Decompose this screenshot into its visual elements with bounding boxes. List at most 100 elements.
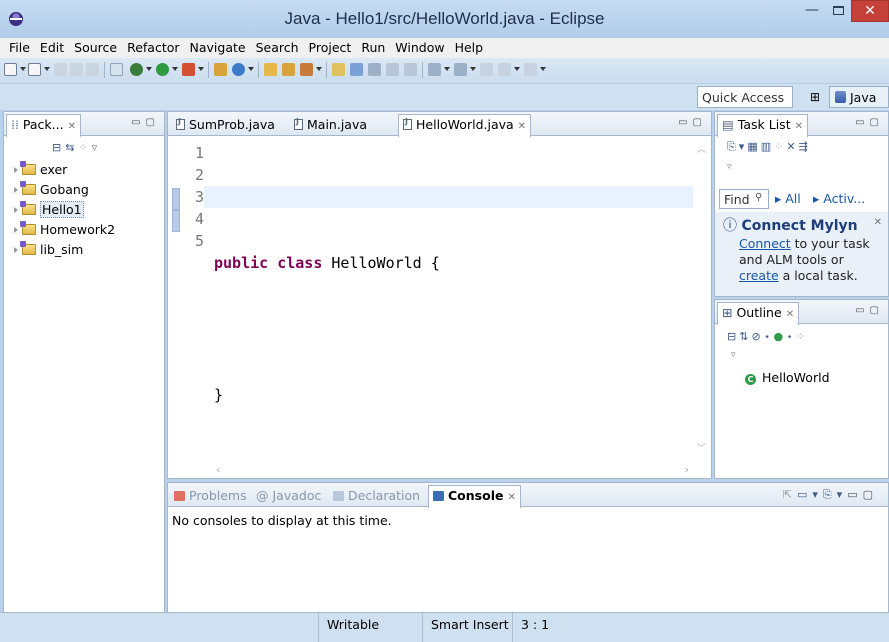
- collapse-icon[interactable]: ⇶: [799, 140, 811, 153]
- skip-breakpoints-icon[interactable]: [110, 63, 123, 76]
- search-icon[interactable]: ⚲: [755, 192, 762, 203]
- scroll-down-icon[interactable]: ﹀: [697, 441, 706, 454]
- view-menu-icon[interactable]: ▿: [92, 141, 102, 154]
- minimize-maximize-icon[interactable]: ▭▢: [847, 488, 878, 501]
- java-perspective-button[interactable]: Java: [829, 86, 889, 108]
- tab-console[interactable]: Console ✕: [428, 485, 521, 508]
- forward-icon[interactable]: [524, 63, 537, 76]
- tab-javadoc[interactable]: @ Javadoc: [252, 486, 325, 507]
- connect-link[interactable]: Connect: [739, 236, 791, 251]
- toggle-mark-occurrences-icon[interactable]: [332, 63, 345, 76]
- print-icon[interactable]: [86, 63, 99, 76]
- menu-source[interactable]: Source: [69, 38, 122, 58]
- search-icon[interactable]: [300, 63, 313, 76]
- next-annotation-icon[interactable]: [428, 63, 441, 76]
- tree-item[interactable]: Gobang: [14, 181, 89, 200]
- all-tasks-link[interactable]: ▸ All: [775, 191, 801, 206]
- new-java-class-icon[interactable]: [232, 63, 245, 76]
- collapse-all-icon[interactable]: ⊟: [52, 141, 65, 154]
- horizontal-scrollbar[interactable]: ‹ ›: [214, 460, 693, 478]
- menu-search[interactable]: Search: [251, 38, 304, 58]
- show-whitespace-icon[interactable]: [368, 63, 381, 76]
- focus-icon[interactable]: ⁘: [796, 330, 808, 343]
- activate-link[interactable]: ▸ Activ...: [813, 191, 865, 206]
- menu-help[interactable]: Help: [450, 38, 489, 58]
- tree-item-selected[interactable]: Hello1: [14, 201, 84, 220]
- status-insert-mode[interactable]: Smart Insert: [422, 613, 510, 642]
- save-icon[interactable]: [54, 63, 67, 76]
- sort-icon[interactable]: ⇅: [739, 330, 751, 343]
- new-file-dropdown-icon[interactable]: [44, 67, 50, 71]
- expand-icon[interactable]: [14, 227, 18, 233]
- minimize-maximize-icon[interactable]: ▭▢: [855, 117, 884, 128]
- close-button[interactable]: ✕: [851, 0, 889, 22]
- hide-completed-icon[interactable]: ✕: [786, 140, 798, 153]
- open-perspective-icon[interactable]: ⊞: [802, 87, 828, 107]
- vertical-scrollbar[interactable]: ︿ ﹀: [693, 136, 711, 460]
- code-line-3[interactable]: ​: [214, 318, 693, 340]
- search-dropdown-icon[interactable]: [316, 67, 322, 71]
- tab-main-java[interactable]: Main.java: [290, 115, 371, 136]
- external-tools-dropdown-icon[interactable]: [198, 67, 204, 71]
- expand-icon[interactable]: [14, 167, 18, 173]
- menu-refactor[interactable]: Refactor: [122, 38, 184, 58]
- view-menu-icon[interactable]: ▿: [727, 162, 732, 172]
- focus-task-icon[interactable]: ⁘: [78, 141, 91, 154]
- close-icon[interactable]: ✕: [507, 492, 515, 503]
- scroll-left-icon[interactable]: ‹: [216, 463, 220, 476]
- code-line-2[interactable]: public class HelloWorld {: [214, 252, 693, 274]
- quick-access-input[interactable]: Quick Access: [697, 86, 793, 108]
- tree-item[interactable]: exer: [14, 161, 67, 180]
- create-link[interactable]: create: [739, 268, 779, 283]
- new-file-icon[interactable]: [28, 63, 41, 76]
- next-annotation-dropdown-icon[interactable]: [444, 67, 450, 71]
- close-icon[interactable]: ✕: [786, 309, 794, 320]
- new-java-project-icon[interactable]: [214, 63, 227, 76]
- minimize-maximize-icon[interactable]: ▭▢: [131, 117, 160, 128]
- forward-dropdown-icon[interactable]: [540, 67, 546, 71]
- new-task-icon[interactable]: ⎘▾: [727, 140, 747, 153]
- view-menu-icon[interactable]: ▿: [731, 350, 736, 360]
- back-icon[interactable]: [498, 63, 511, 76]
- expand-icon[interactable]: [14, 247, 18, 253]
- menu-edit[interactable]: Edit: [35, 38, 69, 58]
- external-tools-icon[interactable]: [182, 63, 195, 76]
- menu-window[interactable]: Window: [390, 38, 449, 58]
- show-source-icon[interactable]: [404, 63, 417, 76]
- hide-fields-icon[interactable]: ⊘: [751, 330, 763, 343]
- display-console-icon[interactable]: ▭▾: [797, 488, 823, 501]
- hide-local-types-icon[interactable]: ⋆: [786, 330, 796, 343]
- new-class-dropdown-icon[interactable]: [248, 67, 254, 71]
- scheduled-icon[interactable]: ▥: [761, 140, 774, 153]
- tree-item[interactable]: lib_sim: [14, 241, 83, 260]
- scroll-right-icon[interactable]: ›: [685, 463, 689, 476]
- debug-dropdown-icon[interactable]: [146, 67, 152, 71]
- minimize-maximize-icon[interactable]: ▭▢: [855, 305, 884, 316]
- collapse-all-icon[interactable]: ⊟: [727, 330, 739, 343]
- close-icon[interactable]: ✕: [68, 121, 76, 132]
- new-dropdown-icon[interactable]: [20, 67, 26, 71]
- tab-task-list[interactable]: ▤ Task List ✕: [717, 114, 808, 137]
- last-edit-icon[interactable]: [480, 63, 493, 76]
- menu-navigate[interactable]: Navigate: [185, 38, 251, 58]
- tab-package-explorer[interactable]: ⁞⁞ Pack... ✕: [6, 114, 81, 137]
- open-task-icon[interactable]: [282, 63, 295, 76]
- new-icon[interactable]: [4, 63, 17, 76]
- previous-annotation-icon[interactable]: [454, 63, 467, 76]
- tab-problems[interactable]: Problems: [170, 486, 251, 507]
- categorized-icon[interactable]: ▦: [747, 140, 760, 153]
- focus-icon[interactable]: ⁘: [774, 140, 786, 153]
- expand-icon[interactable]: [14, 207, 18, 213]
- minimize-button[interactable]: —: [799, 0, 825, 22]
- link-editor-icon[interactable]: ⇆: [65, 141, 78, 154]
- menu-project[interactable]: Project: [304, 38, 357, 58]
- close-icon[interactable]: ✕: [795, 121, 803, 132]
- close-icon[interactable]: ✕: [518, 121, 526, 132]
- close-icon[interactable]: ✕: [874, 217, 882, 228]
- previous-annotation-dropdown-icon[interactable]: [470, 67, 476, 71]
- debug-icon[interactable]: [130, 63, 143, 76]
- tab-declaration[interactable]: Declaration: [329, 486, 424, 507]
- open-type-icon[interactable]: [264, 63, 277, 76]
- hide-nonpublic-icon[interactable]: ●: [774, 330, 787, 343]
- run-icon[interactable]: [156, 63, 169, 76]
